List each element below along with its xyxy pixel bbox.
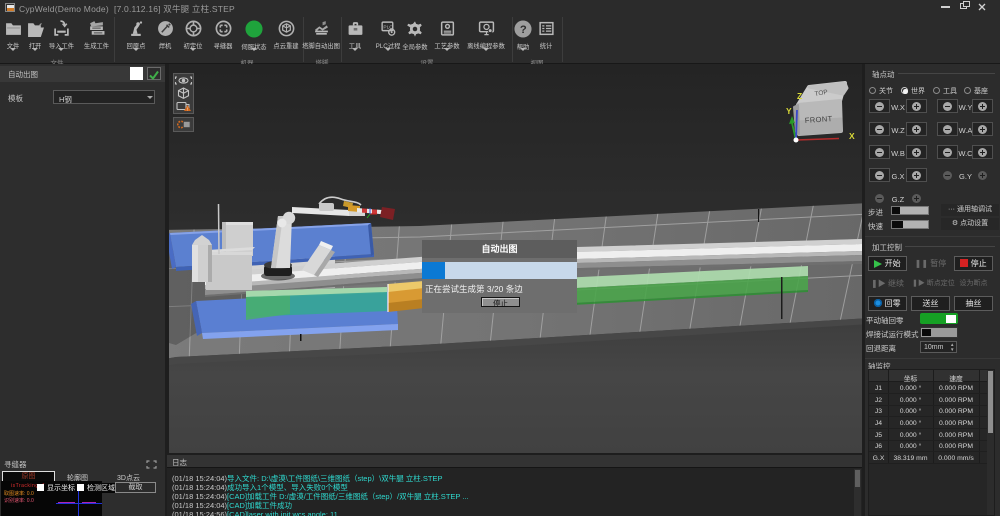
svg-text:Y: Y xyxy=(786,106,792,116)
svg-text:Z: Z xyxy=(797,91,802,101)
svg-text:X: X xyxy=(849,131,855,141)
svg-text:!: ! xyxy=(187,107,188,112)
